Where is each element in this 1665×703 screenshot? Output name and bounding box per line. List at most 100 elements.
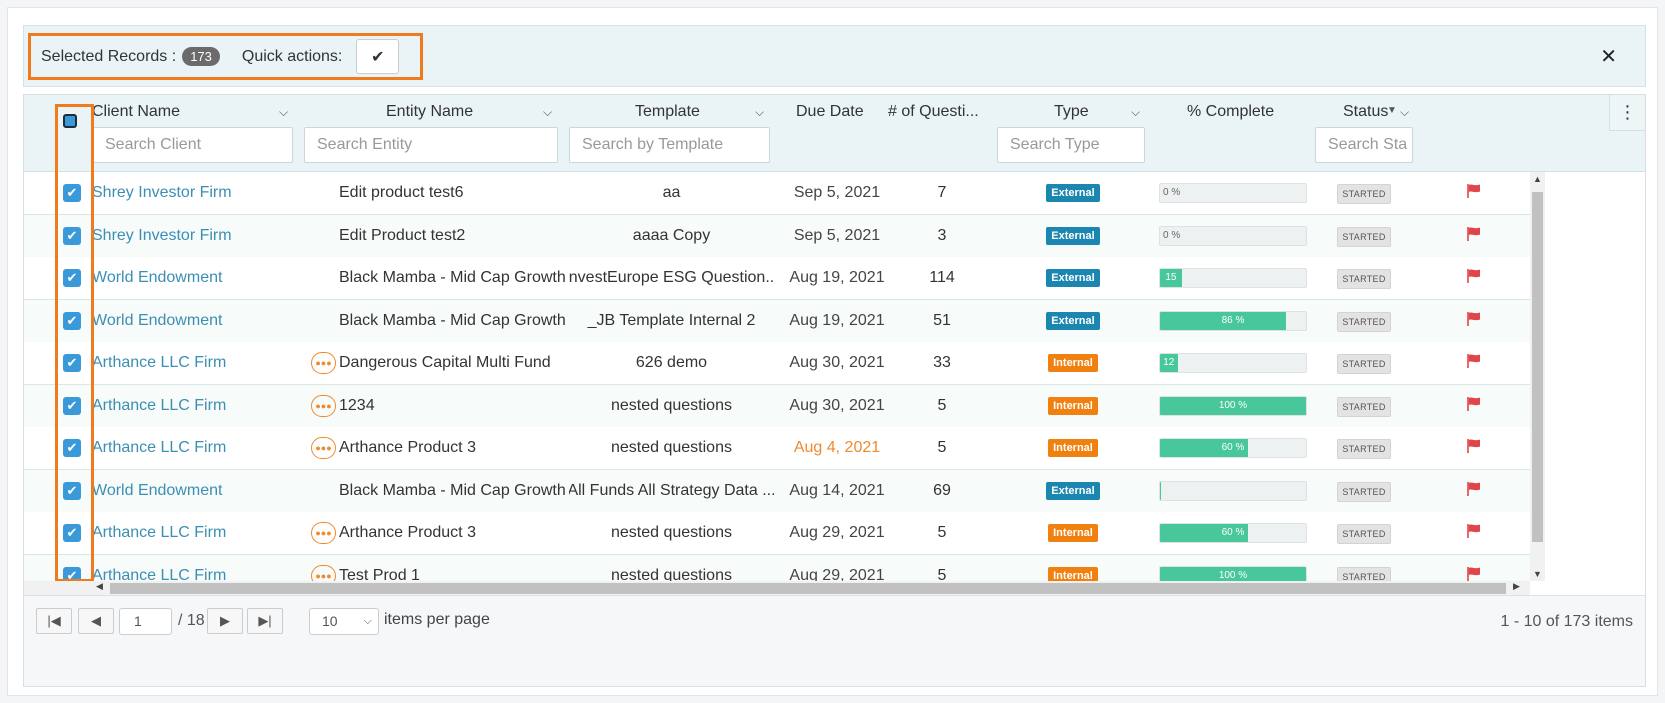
- page-number-input[interactable]: 1: [119, 608, 172, 635]
- template-name: All Funds All Strategy Data ...: [569, 481, 774, 499]
- pager: |◀ ◀ 1 / 18 ▶ ▶| 10 ⌵ items per page 1 -…: [24, 595, 1645, 686]
- flag-icon[interactable]: [1465, 437, 1483, 455]
- progress-bar: 0 %: [1159, 225, 1307, 246]
- column-header-status[interactable]: Status: [1343, 103, 1388, 121]
- flag-icon[interactable]: [1465, 522, 1483, 540]
- chevron-down-icon[interactable]: ⌵: [1131, 105, 1140, 120]
- client-link[interactable]: Arthance LLC Firm: [92, 342, 302, 384]
- search-type-input[interactable]: Search Type: [997, 127, 1145, 163]
- type-badge: Internal: [1048, 566, 1098, 581]
- last-page-button[interactable]: ▶|: [247, 608, 283, 634]
- search-client-input[interactable]: Search Client: [92, 127, 293, 163]
- select-all-checkbox[interactable]: [63, 114, 77, 128]
- table-row[interactable]: ✔ World Endowment Black Mamba - Mid Cap Gr…: [24, 469, 1530, 513]
- chevron-down-icon[interactable]: ⌵: [543, 105, 552, 120]
- template-name: _JB Template Internal 2: [587, 311, 756, 329]
- type-badge: External: [1046, 269, 1100, 287]
- row-checkbox[interactable]: ✔: [63, 184, 81, 202]
- row-checkbox[interactable]: ✔: [63, 269, 81, 287]
- row-checkbox[interactable]: ✔: [63, 226, 81, 245]
- due-date: Aug 30, 2021: [789, 396, 885, 414]
- column-header-type[interactable]: Type: [1054, 103, 1089, 121]
- chevron-down-icon[interactable]: ⌵: [1400, 105, 1409, 120]
- search-status-input[interactable]: Search Sta: [1315, 127, 1413, 163]
- page-size-select[interactable]: 10 ⌵: [309, 608, 379, 635]
- row-checkbox[interactable]: ✔: [63, 396, 81, 415]
- horizontal-scroll-thumb[interactable]: [110, 583, 1506, 594]
- flag-icon[interactable]: [1465, 565, 1483, 582]
- row-checkbox[interactable]: ✔: [63, 524, 81, 542]
- row-checkbox[interactable]: ✔: [63, 311, 81, 330]
- group-icon: ●●●: [311, 437, 336, 459]
- sort-desc-icon[interactable]: ▼: [1387, 105, 1397, 116]
- client-link[interactable]: Shrey Investor Firm: [92, 215, 302, 257]
- client-link[interactable]: Arthance LLC Firm: [92, 512, 302, 554]
- flag-icon[interactable]: [1465, 182, 1483, 200]
- type-badge: External: [1046, 184, 1100, 202]
- table-row[interactable]: ✔ Arthance LLC Firm ●●● Arthance Product 3 n…: [24, 427, 1530, 470]
- table-row[interactable]: ✔ World Endowment Black Mamba - Mid Cap Gr…: [24, 299, 1530, 343]
- question-count: 7: [937, 184, 947, 201]
- table-row[interactable]: ✔ Arthance LLC Firm ●●● Test Prod 1 nested q…: [24, 554, 1530, 582]
- row-checkbox[interactable]: ✔: [63, 439, 81, 457]
- search-entity-input[interactable]: Search Entity: [304, 127, 558, 163]
- progress-label: [1160, 482, 1178, 500]
- type-badge: Internal: [1048, 439, 1098, 457]
- grid-body: ✔ Shrey Investor Firm Edit product test6 aa…: [24, 172, 1530, 581]
- column-menu-icon[interactable]: ⋮: [1609, 95, 1645, 131]
- scroll-left-icon[interactable]: ◀: [96, 581, 103, 592]
- flag-icon[interactable]: [1465, 225, 1483, 243]
- flag-icon[interactable]: [1465, 310, 1483, 328]
- progress-label: 15 %: [1165, 272, 1177, 283]
- client-link[interactable]: World Endowment: [92, 300, 302, 342]
- scroll-up-icon[interactable]: ▲: [1532, 174, 1543, 184]
- table-row[interactable]: ✔ Arthance LLC Firm ●●● Dangerous Capital M…: [24, 342, 1530, 385]
- client-link[interactable]: Arthance LLC Firm: [92, 555, 302, 582]
- flag-icon[interactable]: [1465, 480, 1483, 498]
- scroll-right-icon[interactable]: ▶: [1513, 581, 1520, 592]
- status-badge: STARTED: [1337, 226, 1391, 247]
- table-row[interactable]: ✔ Shrey Investor Firm Edit product test6 aa…: [24, 172, 1530, 215]
- flag-icon[interactable]: [1465, 267, 1483, 285]
- column-header-entity[interactable]: Entity Name: [386, 103, 473, 121]
- row-checkbox[interactable]: ✔: [63, 566, 81, 581]
- scroll-down-icon[interactable]: ▼: [1532, 569, 1543, 579]
- table-row[interactable]: ✔ Shrey Investor Firm Edit Product test2 aa…: [24, 214, 1530, 258]
- table-row[interactable]: ✔ World Endowment Black Mamba - Mid Cap Gr…: [24, 257, 1530, 300]
- template-name: nested questions: [611, 396, 732, 414]
- client-link[interactable]: Shrey Investor Firm: [92, 172, 302, 214]
- type-badge: Internal: [1048, 354, 1098, 372]
- first-page-button[interactable]: |◀: [36, 608, 72, 634]
- vertical-scrollbar[interactable]: ▲ ▼: [1530, 172, 1545, 581]
- horizontal-scrollbar[interactable]: ◀ ▶: [24, 581, 1530, 595]
- client-link[interactable]: Arthance LLC Firm: [92, 427, 302, 469]
- row-checkbox[interactable]: ✔: [63, 354, 81, 372]
- flag-icon[interactable]: [1465, 352, 1483, 370]
- column-header-questions[interactable]: # of Questi...: [888, 103, 979, 121]
- table-row[interactable]: ✔ Arthance LLC Firm ●●● 1234 nested question…: [24, 384, 1530, 428]
- client-link[interactable]: Arthance LLC Firm: [92, 385, 302, 427]
- next-page-button[interactable]: ▶: [207, 608, 243, 634]
- client-link[interactable]: World Endowment: [92, 470, 302, 512]
- chevron-down-icon[interactable]: ⌵: [279, 105, 288, 120]
- progress-bar: [1159, 480, 1307, 501]
- prev-page-button[interactable]: ◀: [78, 608, 114, 634]
- row-checkbox[interactable]: ✔: [63, 481, 81, 500]
- chevron-down-icon[interactable]: ⌵: [755, 105, 764, 120]
- table-row[interactable]: ✔ Arthance LLC Firm ●●● Arthance Product 3 n…: [24, 512, 1530, 555]
- quick-action-button[interactable]: ✔: [356, 39, 400, 74]
- first-page-icon: |◀: [47, 613, 61, 628]
- column-header-client[interactable]: Client Name: [92, 103, 180, 121]
- column-header-template[interactable]: Template: [635, 103, 700, 121]
- column-header-due-date[interactable]: Due Date: [796, 103, 864, 121]
- progress-bar: 86 %: [1159, 310, 1307, 331]
- search-template-input[interactable]: Search by Template: [569, 127, 770, 163]
- template-name: 626 demo: [635, 354, 708, 371]
- question-count: 51: [933, 311, 951, 329]
- flag-icon[interactable]: [1465, 395, 1483, 413]
- close-icon[interactable]: ✕: [1600, 44, 1617, 69]
- client-link[interactable]: World Endowment: [92, 257, 302, 299]
- column-header-complete[interactable]: % Complete: [1187, 103, 1274, 121]
- type-cell: Internal: [1044, 342, 1102, 384]
- vertical-scroll-thumb[interactable]: [1532, 192, 1543, 542]
